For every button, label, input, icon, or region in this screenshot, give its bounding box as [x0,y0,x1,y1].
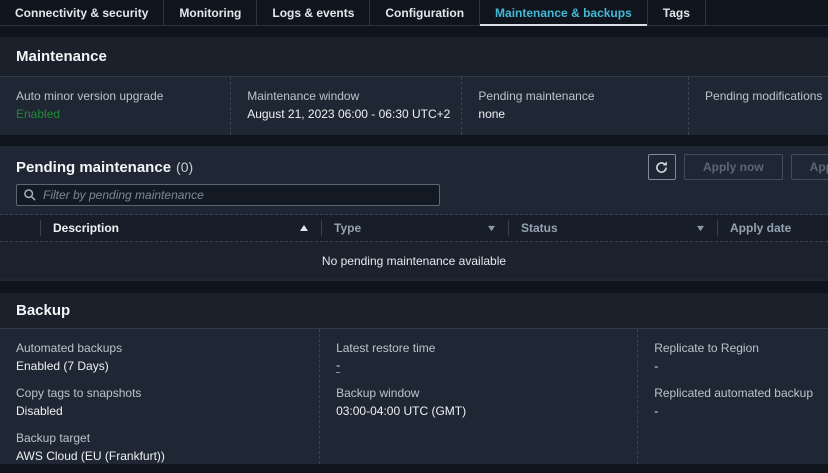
tab-label: Maintenance & backups [495,6,632,20]
field-label: Auto minor version upgrade [16,89,214,104]
field-value: - [654,359,813,374]
backup-title: Backup [16,302,70,319]
tab-configuration[interactable]: Configuration [370,0,480,25]
tab-label: Configuration [385,6,464,20]
field-value: 03:00-04:00 UTC (GMT) [336,404,622,419]
field-backup-target: Backup target AWS Cloud (EU (Frankfurt)) [16,431,304,464]
backup-column-3: Replicate to Region - Replicated automat… [637,329,828,464]
pending-maintenance-title: Pending maintenance [16,159,171,176]
backup-fields: Automated backups Enabled (7 Days) Copy … [0,329,828,464]
column-header-apply-date[interactable]: Apply date [717,220,828,236]
apply-now-button[interactable]: Apply now [684,154,783,180]
field-backup-window: Backup window 03:00-04:00 UTC (GMT) [336,386,622,419]
tab-monitoring[interactable]: Monitoring [164,0,257,25]
column-label: Status [521,221,558,235]
field-value: Disabled [16,404,304,419]
field-pending-modifications: Pending modifications [688,77,828,135]
tab-maintenance-backups[interactable]: Maintenance & backups [480,0,648,25]
field-label: Pending modifications [705,89,812,104]
field-value: AWS Cloud (EU (Frankfurt)) [16,449,304,464]
field-value: none [478,107,672,122]
tab-label: Connectivity & security [15,6,148,20]
tab-connectivity-security[interactable]: Connectivity & security [0,0,164,25]
field-pending-maintenance: Pending maintenance none [461,77,688,135]
pending-maintenance-card: Pending maintenance (0) Apply now Apply [0,146,828,281]
tab-label: Tags [663,6,690,20]
field-automated-backups: Automated backups Enabled (7 Days) [16,341,304,374]
field-label: Replicated automated backup [654,386,813,401]
field-value: August 21, 2023 06:00 - 06:30 UTC+2 [247,107,445,122]
backup-card: Backup Automated backups Enabled (7 Days… [0,293,828,464]
search-icon [23,188,37,202]
pending-maintenance-filter-input[interactable] [16,184,440,206]
refresh-button[interactable] [648,154,676,180]
maintenance-card: Maintenance Auto minor version upgrade E… [0,37,828,135]
field-label: Copy tags to snapshots [16,386,304,401]
field-label: Backup target [16,431,304,446]
field-maintenance-window: Maintenance window August 21, 2023 06:00… [230,77,461,135]
tab-tags[interactable]: Tags [648,0,706,25]
sort-ascending-icon [299,224,309,232]
column-header-type[interactable]: Type [321,220,508,236]
field-label: Pending maintenance [478,89,672,104]
field-label: Latest restore time [336,341,622,356]
field-replicate-to-region: Replicate to Region - [654,341,813,374]
field-auto-minor-version-upgrade: Auto minor version upgrade Enabled [0,77,230,135]
field-label: Maintenance window [247,89,445,104]
pending-maintenance-toolbar: Pending maintenance (0) Apply now Apply [16,154,812,180]
maintenance-fields: Auto minor version upgrade Enabled Maint… [0,77,828,135]
field-value: - [654,404,813,419]
empty-state-message: No pending maintenance available [322,254,506,268]
tab-logs-events[interactable]: Logs & events [257,0,370,25]
field-copy-tags-to-snapshots: Copy tags to snapshots Disabled [16,386,304,419]
field-replicated-automated-backup: Replicated automated backup - [654,386,813,419]
table-empty-state: No pending maintenance available [0,241,828,279]
maintenance-card-header: Maintenance [0,37,828,77]
tab-label: Logs & events [272,6,354,20]
column-header-description[interactable]: Description [40,220,321,236]
field-value: - [336,359,340,373]
table-header-row: Description Type Status [0,215,828,241]
maintenance-backups-page: Connectivity & security Monitoring Logs … [0,0,828,473]
filter-dropdown-icon[interactable] [696,225,705,232]
maintenance-title: Maintenance [16,48,107,65]
tab-label: Monitoring [179,6,241,20]
field-value-enabled: Enabled [16,107,214,122]
backup-column-1: Automated backups Enabled (7 Days) Copy … [0,329,319,464]
detail-tabs: Connectivity & security Monitoring Logs … [0,0,828,26]
column-label: Apply date [730,221,791,235]
pending-maintenance-table: Description Type Status [0,214,828,279]
column-label: Description [53,221,119,235]
field-latest-restore-time: Latest restore time - [336,341,622,374]
field-label: Backup window [336,386,622,401]
field-label: Automated backups [16,341,304,356]
refresh-icon [654,160,669,175]
field-label: Replicate to Region [654,341,813,356]
apply-button[interactable]: Apply [791,154,828,180]
backup-column-2: Latest restore time - Backup window 03:0… [319,329,637,464]
field-value: Enabled (7 Days) [16,359,304,374]
pending-actions: Apply now Apply [648,154,812,180]
table-leading-cell [0,220,40,236]
column-label: Type [334,221,361,235]
pending-maintenance-count: (0) [176,159,193,175]
filter-dropdown-icon[interactable] [487,225,496,232]
backup-card-header: Backup [0,293,828,329]
filter-field [16,184,440,206]
column-header-status[interactable]: Status [508,220,717,236]
